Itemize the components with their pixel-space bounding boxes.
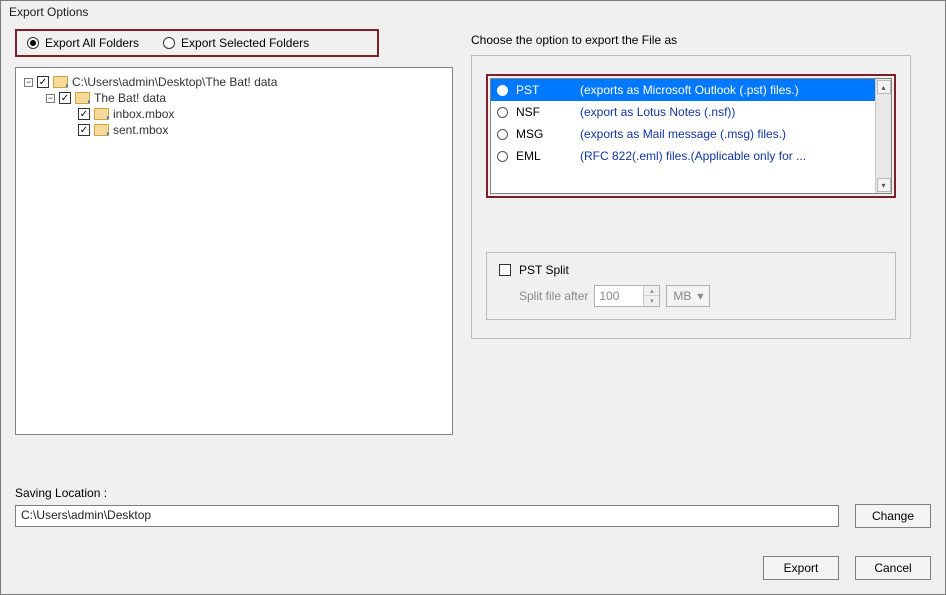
split-unit-select[interactable]: MB ▾: [666, 285, 710, 307]
checkbox-icon[interactable]: [78, 124, 90, 136]
saving-location-label: Saving Location :: [15, 486, 931, 500]
format-option-nsf[interactable]: NSF (export as Lotus Notes (.nsf)): [491, 101, 875, 123]
pst-split-checkbox[interactable]: [499, 264, 511, 276]
scroll-down-icon[interactable]: ▾: [877, 178, 891, 192]
dialog-title: Export Options: [1, 1, 945, 23]
radio-dot-icon: [27, 37, 39, 49]
format-option-pst[interactable]: PST (exports as Microsoft Outlook (.pst)…: [491, 79, 875, 101]
spin-up-icon[interactable]: ▴: [644, 286, 659, 296]
format-name: PST: [516, 83, 572, 97]
format-list[interactable]: PST (exports as Microsoft Outlook (.pst)…: [490, 78, 892, 194]
tree-row[interactable]: inbox.mbox: [20, 106, 448, 122]
tree-row[interactable]: − C:\Users\admin\Desktop\The Bat! data: [20, 74, 448, 90]
split-size-value: 100: [595, 289, 643, 303]
format-name: MSG: [516, 127, 572, 141]
folder-tree[interactable]: − C:\Users\admin\Desktop\The Bat! data −…: [15, 67, 453, 435]
radio-dot-icon: [497, 85, 508, 96]
spin-down-icon[interactable]: ▾: [644, 296, 659, 306]
collapse-icon[interactable]: −: [24, 78, 33, 87]
format-desc: (exports as Microsoft Outlook (.pst) fil…: [580, 83, 799, 97]
cancel-button[interactable]: Cancel: [855, 556, 931, 580]
radio-dot-icon: [163, 37, 175, 49]
tree-row[interactable]: sent.mbox: [20, 122, 448, 138]
format-desc: (export as Lotus Notes (.nsf)): [580, 105, 735, 119]
folder-icon: [94, 124, 109, 136]
tree-label: sent.mbox: [113, 123, 168, 137]
spinner: ▴ ▾: [643, 286, 659, 306]
folder-icon: [53, 76, 68, 88]
checkbox-icon[interactable]: [37, 76, 49, 88]
export-options-dialog: Export Options Export All Folders Export…: [0, 0, 946, 595]
format-name: EML: [516, 149, 572, 163]
change-button[interactable]: Change: [855, 504, 931, 528]
split-unit-value: MB: [673, 289, 691, 303]
folder-icon: [94, 108, 109, 120]
format-desc: (RFC 822(.eml) files.(Applicable only fo…: [580, 149, 806, 163]
radio-dot-icon: [497, 151, 508, 162]
export-all-folders-radio[interactable]: Export All Folders: [27, 36, 139, 50]
radio-dot-icon: [497, 107, 508, 118]
format-groupbox: PST (exports as Microsoft Outlook (.pst)…: [471, 55, 911, 339]
format-name: NSF: [516, 105, 572, 119]
tree-label: C:\Users\admin\Desktop\The Bat! data: [72, 75, 277, 89]
format-option-msg[interactable]: MSG (exports as Mail message (.msg) file…: [491, 123, 875, 145]
format-list-highlight: PST (exports as Microsoft Outlook (.pst)…: [486, 74, 896, 198]
folder-icon: [75, 92, 90, 104]
export-selected-label: Export Selected Folders: [181, 36, 309, 50]
format-desc: (exports as Mail message (.msg) files.): [580, 127, 786, 141]
saving-location-input[interactable]: C:\Users\admin\Desktop: [15, 505, 839, 527]
format-group-label: Choose the option to export the File as: [471, 33, 911, 47]
export-button[interactable]: Export: [763, 556, 839, 580]
right-column: Choose the option to export the File as …: [471, 29, 911, 435]
chevron-down-icon: ▾: [697, 289, 703, 303]
format-scrollbar[interactable]: ▴ ▾: [875, 79, 891, 193]
tree-row[interactable]: − The Bat! data: [20, 90, 448, 106]
left-column: Export All Folders Export Selected Folde…: [15, 29, 453, 435]
split-after-label: Split file after: [519, 289, 588, 303]
pst-split-group: PST Split Split file after 100 ▴ ▾ MB: [486, 252, 896, 320]
tree-label: inbox.mbox: [113, 107, 174, 121]
export-all-label: Export All Folders: [45, 36, 139, 50]
split-size-input[interactable]: 100 ▴ ▾: [594, 285, 660, 307]
scroll-up-icon[interactable]: ▴: [877, 80, 891, 94]
bottom-area: Saving Location : C:\Users\admin\Desktop…: [15, 486, 931, 580]
dialog-body: Export All Folders Export Selected Folde…: [1, 23, 945, 445]
format-rows: PST (exports as Microsoft Outlook (.pst)…: [491, 79, 875, 193]
checkbox-icon[interactable]: [59, 92, 71, 104]
pst-split-label: PST Split: [519, 263, 569, 277]
export-scope-group: Export All Folders Export Selected Folde…: [15, 29, 379, 57]
tree-label: The Bat! data: [94, 91, 166, 105]
export-selected-folders-radio[interactable]: Export Selected Folders: [163, 36, 309, 50]
radio-dot-icon: [497, 129, 508, 140]
collapse-icon[interactable]: −: [46, 94, 55, 103]
format-option-eml[interactable]: EML (RFC 822(.eml) files.(Applicable onl…: [491, 145, 875, 167]
checkbox-icon[interactable]: [78, 108, 90, 120]
